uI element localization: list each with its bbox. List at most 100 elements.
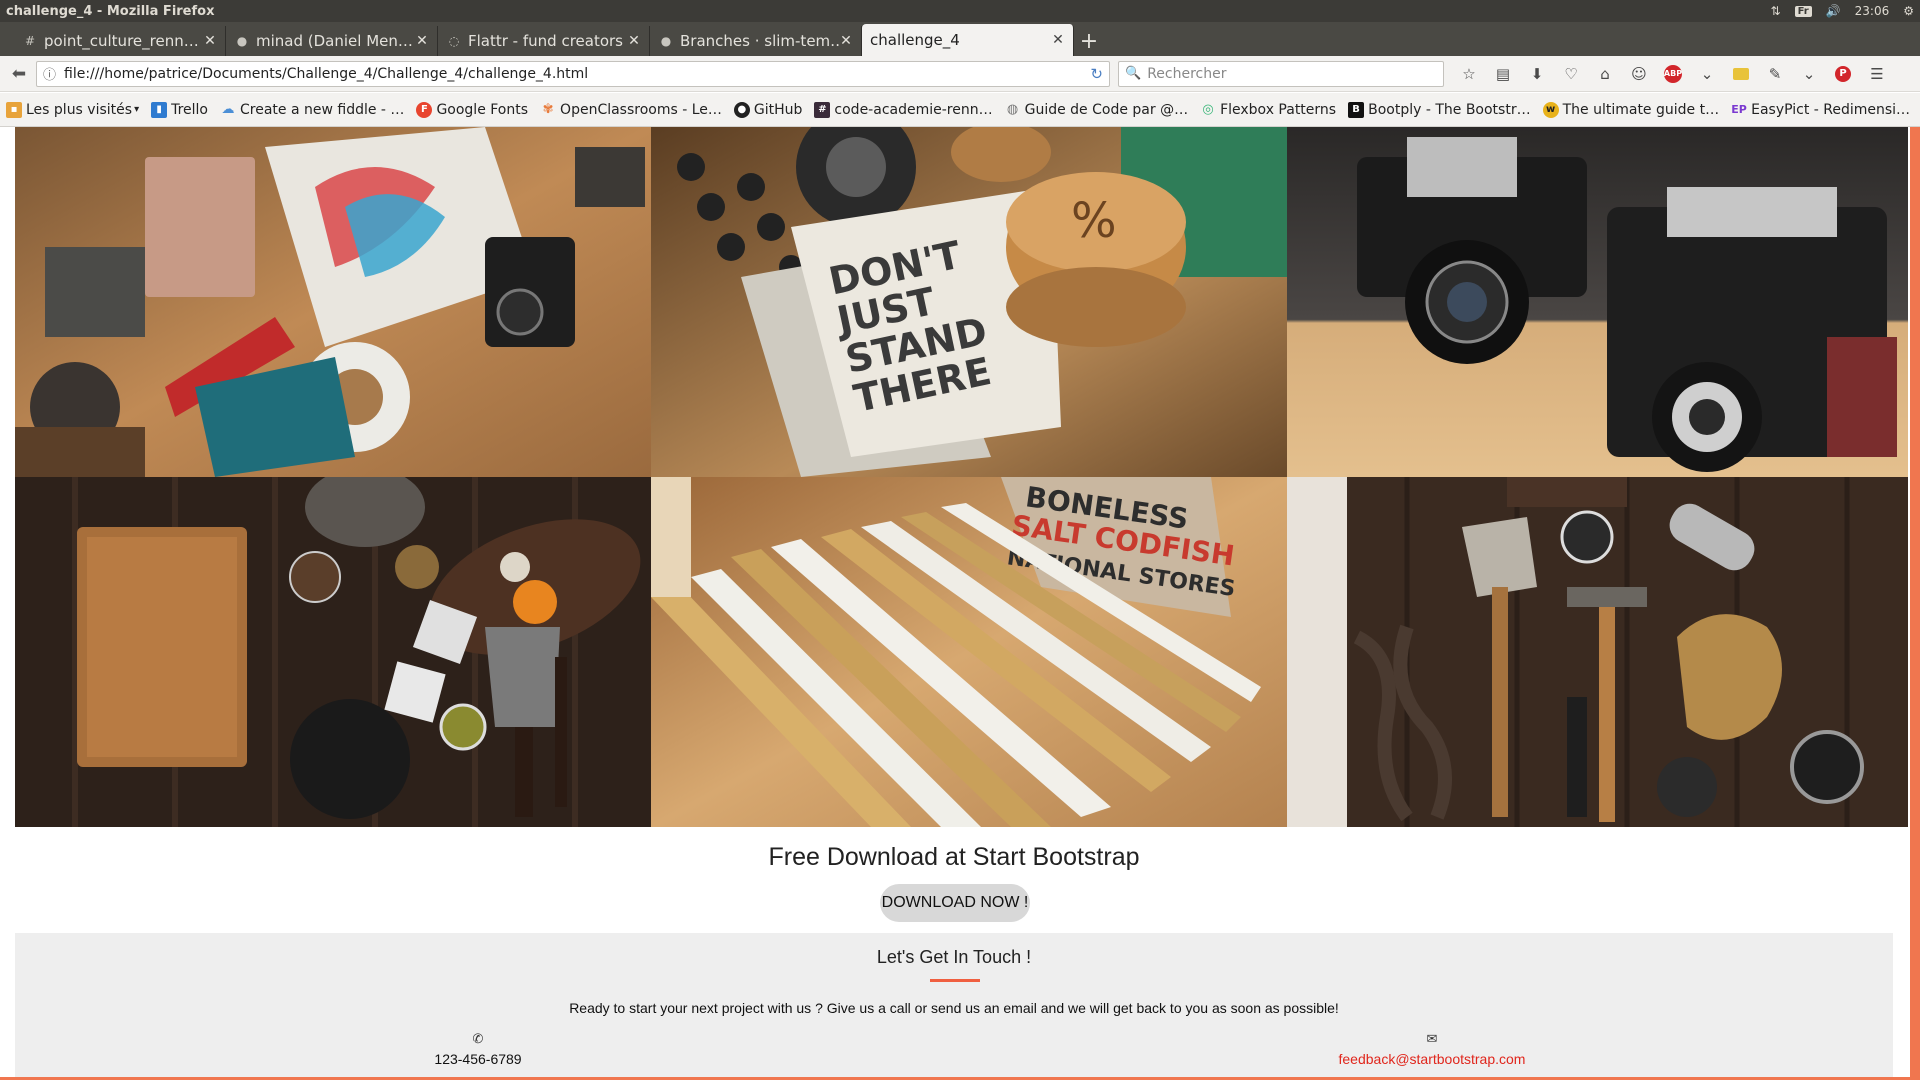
flattr-icon: ◌ (448, 34, 460, 48)
w-icon: w (1542, 101, 1559, 118)
page-viewport[interactable]: DON'T JUST STAND THERE % BONELESS SALT C… (0, 127, 1920, 1080)
bookmark-label: OpenClassrooms - Le… (560, 101, 722, 118)
network-icon[interactable]: ⇅ (1771, 4, 1781, 18)
slack-hash-icon: # (814, 101, 831, 118)
google-fonts-icon: F (416, 101, 433, 118)
eyedropper-icon[interactable]: ✎ (1760, 61, 1790, 87)
download-now-button[interactable]: DOWNLOAD NOW ! (880, 884, 1030, 922)
bookmarks-toolbar: ▪ Les plus visités ▾ ▮ Trello ☁ Create a … (0, 93, 1920, 127)
download-icon[interactable]: ⬇ (1522, 61, 1552, 87)
bookmark-google-fonts[interactable]: F Google Fonts (416, 101, 529, 118)
bookmark-label: Google Fonts (436, 101, 529, 118)
portfolio-image-rulers[interactable]: BONELESS SALT CODFISH NATIONAL STORES (651, 477, 1287, 827)
contact-email[interactable]: ✉ feedback@startbootstrap.com (1322, 1031, 1542, 1067)
tab-flattr[interactable]: ◌ Flattr - fund creators ✕ (438, 26, 650, 56)
clock[interactable]: 23:06 (1855, 4, 1890, 18)
window-title: challenge_4 - Mozilla Firefox (6, 3, 215, 19)
new-tab-button[interactable]: + (1074, 26, 1104, 56)
kitchen-photo (15, 477, 651, 827)
chat-icon[interactable]: ☺ (1624, 61, 1654, 87)
bookmark-label: EasyPict - Redimensi… (1751, 101, 1911, 118)
portfolio-image-notebook[interactable]: DON'T JUST STAND THERE % (651, 127, 1287, 477)
close-tab-icon[interactable]: ✕ (203, 33, 217, 49)
navigation-toolbar: ⬅ ⓘ file:///home/patrice/Documents/Chall… (0, 56, 1920, 92)
tab-minad[interactable]: ● minad (Daniel Men… ✕ (226, 26, 438, 56)
tab-label: Branches · slim-tem… (680, 32, 839, 50)
back-arrow-icon[interactable]: ⬅ (6, 61, 32, 87)
tab-challenge-4[interactable]: challenge_4 ✕ (862, 24, 1074, 56)
bookmark-ultimate-guide[interactable]: w The ultimate guide t… (1542, 101, 1720, 118)
notebook-photo: DON'T JUST STAND THERE % (651, 127, 1287, 477)
tools-photo (1287, 477, 1908, 827)
folder-icon: ▪ (6, 101, 22, 118)
bookmark-label: Guide de Code par @… (1024, 101, 1189, 118)
phone-number: 123-456-6789 (434, 1051, 522, 1067)
bootply-icon: B (1348, 101, 1365, 118)
bookmark-easypict[interactable]: EP EasyPict - Redimensi… (1731, 102, 1910, 118)
rulers-photo: BONELESS SALT CODFISH NATIONAL STORES (651, 477, 1287, 827)
bookmark-label: Trello (171, 101, 208, 118)
tab-strip: # point_culture_renn… ✕ ● minad (Daniel … (0, 22, 1920, 56)
tab-branches[interactable]: ● Branches · slim-tem… ✕ (650, 26, 862, 56)
volume-icon[interactable]: 🔊 (1826, 4, 1841, 18)
bookmark-label: Les plus visités (26, 101, 133, 118)
desk-flatlay-photo (15, 127, 651, 477)
bookmark-label: Flexbox Patterns (1220, 101, 1337, 118)
portfolio-image-kitchen[interactable] (15, 477, 651, 827)
bookmark-openclassrooms[interactable]: ✾ OpenClassrooms - Le… (540, 102, 722, 118)
ep-icon: EP (1731, 103, 1747, 116)
tab-label: Flattr - fund creators (468, 32, 623, 50)
keyboard-layout-indicator[interactable]: Fr (1794, 5, 1812, 17)
adblock-icon[interactable]: ABP (1658, 61, 1688, 87)
search-placeholder: Rechercher (1147, 65, 1227, 82)
close-tab-icon[interactable]: ✕ (415, 33, 429, 49)
close-tab-icon[interactable]: ✕ (627, 33, 641, 49)
tab-point-culture[interactable]: # point_culture_renn… ✕ (14, 26, 226, 56)
email-link[interactable]: feedback@startbootstrap.com (1339, 1051, 1526, 1067)
bookmark-github[interactable]: ● GitHub (733, 101, 803, 118)
toolbar-icons: ☆ ▤ ⬇ ♡ ⌂ ☺ ABP ⌄ ✎ ⌄ P ☰ (1454, 61, 1892, 87)
bookmark-label: The ultimate guide t… (1562, 101, 1720, 118)
bookmark-most-visited[interactable]: ▪ Les plus visités ▾ (6, 101, 140, 118)
reload-icon[interactable]: ↻ (1090, 65, 1103, 83)
portfolio-image-desk-flatlay[interactable] (15, 127, 651, 477)
portfolio-image-cameras[interactable] (1287, 127, 1908, 477)
bookmark-flexbox-patterns[interactable]: ◎ Flexbox Patterns (1200, 102, 1336, 118)
home-icon[interactable]: ⌂ (1590, 61, 1620, 87)
bookmark-guide-de-code[interactable]: ◍ Guide de Code par @… (1005, 102, 1188, 118)
reading-list-icon[interactable]: ▤ (1488, 61, 1518, 87)
bookmark-trello[interactable]: ▮ Trello (151, 101, 208, 118)
settings-gear-icon[interactable]: ⚙ (1903, 4, 1914, 18)
phone-icon: ✆ (472, 1031, 484, 1046)
tab-label: minad (Daniel Men… (256, 32, 413, 50)
portfolio-image-tools[interactable] (1287, 477, 1908, 827)
contact-phone: ✆ 123-456-6789 (368, 1031, 588, 1067)
chevron-down-icon[interactable]: ⌄ (1692, 61, 1722, 87)
close-tab-icon[interactable]: ✕ (1051, 32, 1065, 48)
window-titlebar: challenge_4 - Mozilla Firefox ⇅ Fr 🔊 23:… (0, 0, 1920, 22)
pocket-icon[interactable]: ♡ (1556, 61, 1586, 87)
bookmark-label: GitHub (753, 101, 803, 118)
info-icon[interactable]: ⓘ (43, 64, 56, 83)
url-text[interactable]: file:///home/patrice/Documents/Challenge… (64, 66, 1090, 82)
bookmark-jsfiddle[interactable]: ☁ Create a new fiddle - … (220, 101, 405, 118)
close-tab-icon[interactable]: ✕ (839, 33, 853, 49)
contact-section: Let's Get In Touch ! Ready to start your… (15, 933, 1893, 1080)
github-icon: ● (660, 34, 672, 48)
chevron-down-icon[interactable]: ⌄ (1794, 61, 1824, 87)
portfolio-grid: DON'T JUST STAND THERE % BONELESS SALT C… (15, 127, 1908, 827)
contact-lead: Ready to start your next project with us… (569, 1000, 1339, 1016)
hamburger-menu-icon[interactable]: ☰ (1862, 61, 1892, 87)
bookmark-code-academie[interactable]: # code-academie-renn… (814, 101, 993, 118)
bookmark-bootply[interactable]: B Bootply - The Bootstr… (1348, 101, 1531, 118)
pinterest-icon[interactable]: P (1828, 61, 1858, 87)
bookmark-star-icon[interactable]: ☆ (1454, 61, 1484, 87)
svg-text:%: % (1071, 193, 1117, 249)
search-input[interactable]: 🔍 Rechercher (1118, 60, 1444, 87)
jsfiddle-icon: ☁ (221, 102, 235, 117)
page-right-accent (1910, 127, 1920, 1080)
bookmark-label: Create a new fiddle - … (240, 101, 405, 118)
address-bar[interactable]: ⓘ file:///home/patrice/Documents/Challen… (36, 60, 1110, 87)
chevron-down-icon: ▾ (134, 104, 140, 115)
screenshot-icon[interactable] (1726, 61, 1756, 87)
